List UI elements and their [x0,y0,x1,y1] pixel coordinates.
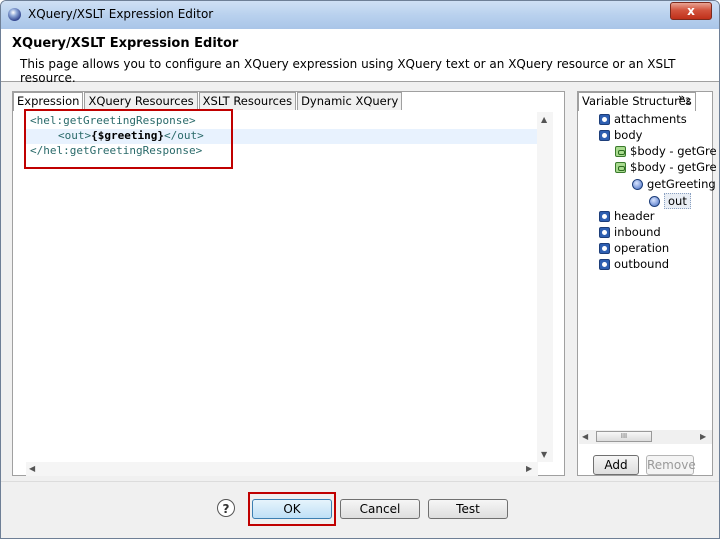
editor-horizontal-scrollbar[interactable]: ◀ ▶ [26,462,538,476]
remove-button[interactable]: Remove [646,455,696,475]
editor-vertical-scrollbar[interactable]: ▲ ▼ [537,112,553,462]
tree-item-label: getGreeting [647,177,716,191]
ok-annotation-box [248,492,336,526]
tree-item-label: $body - getGre [630,144,717,158]
tree-horizontal-scrollbar[interactable]: ◀ III ▶ [579,430,712,444]
scroll-right-icon[interactable]: ▶ [700,432,706,441]
tree-item-body-getgreeting-2[interactable]: $body - getGre [615,160,717,174]
variable-icon [599,210,610,222]
tab-dynamic-xquery[interactable]: Dynamic XQuery [297,92,403,110]
scroll-up-icon[interactable]: ▲ [541,115,547,124]
scroll-right-icon[interactable]: ▶ [526,464,532,473]
tree-item-label: out [664,193,691,209]
more-tabs-chevron[interactable]: »2 [678,91,691,107]
xml-element-icon [615,161,626,173]
page-description: This page allows you to configure an XQu… [20,57,676,85]
close-button[interactable]: x [670,2,712,20]
tree-item-header[interactable]: header [599,209,655,223]
tree-item-label: operation [614,241,670,255]
element-icon [649,195,660,207]
expression-tabs: Expression XQuery Resources XSLT Resourc… [13,92,403,111]
tree-item-label: $body - getGre [630,160,717,174]
variable-icon [599,129,610,141]
dialog-header: XQuery/XSLT Expression Editor This page … [1,29,719,85]
tab-xquery-resources[interactable]: XQuery Resources [84,92,198,110]
window-title: XQuery/XSLT Expression Editor [28,7,214,21]
code-annotation-box [24,109,233,169]
tree-item-inbound[interactable]: inbound [599,225,661,239]
test-button[interactable]: Test [428,499,508,519]
tree-item-label: body [614,128,643,142]
app-icon [8,8,21,21]
element-icon [632,178,643,190]
tree-item-operation[interactable]: operation [599,241,669,255]
add-button[interactable]: Add [593,455,639,475]
tree-item-body[interactable]: body [599,128,642,142]
page-title: XQuery/XSLT Expression Editor [12,36,239,51]
scroll-left-icon[interactable]: ◀ [29,464,35,473]
scroll-thumb[interactable]: III [596,431,652,442]
scroll-down-icon[interactable]: ▼ [541,450,547,459]
tree-item-body-getgreeting-1[interactable]: $body - getGre [615,144,717,158]
close-icon: x [687,4,695,18]
help-icon[interactable]: ? [217,499,235,517]
tree-item-getgreeting[interactable]: getGreeting [632,177,716,191]
tree-item-out[interactable]: out [649,193,691,209]
expression-editor-dialog: XQuery/XSLT Expression Editor x XQuery/X… [0,0,720,539]
tree-item-label: header [614,209,655,223]
tree-item-outbound[interactable]: outbound [599,257,669,271]
xml-element-icon [615,145,626,157]
tab-xslt-resources[interactable]: XSLT Resources [198,92,297,110]
tree-item-label: inbound [614,225,661,239]
variable-icon [599,226,610,238]
variable-icon [599,258,610,270]
tree-item-label: outbound [614,257,670,271]
more-tabs-count: 2 [685,97,691,108]
scroll-left-icon[interactable]: ◀ [582,432,588,441]
footer-separator [1,481,719,482]
variable-icon [599,242,610,254]
tree-item-label: attachments [614,112,687,126]
cancel-button[interactable]: Cancel [340,499,420,519]
title-bar: XQuery/XSLT Expression Editor x [1,1,719,29]
tree-item-attachments[interactable]: attachments [599,112,687,126]
variable-icon [599,113,610,125]
